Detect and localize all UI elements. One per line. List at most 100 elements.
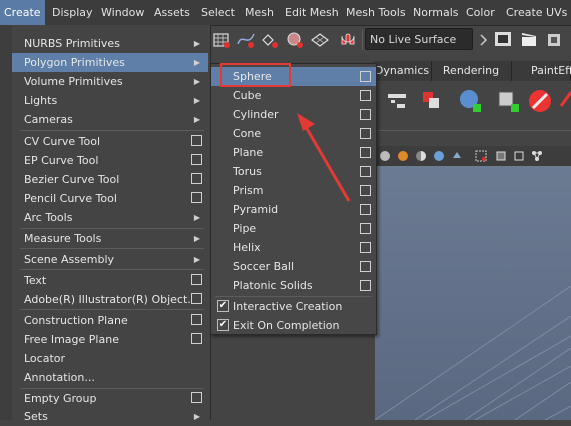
menu-assets[interactable]: Assets xyxy=(150,0,194,25)
option-box[interactable] xyxy=(191,192,202,203)
menu-item-free-image-plane[interactable]: Free Image Plane xyxy=(12,330,208,349)
tab-painteffects[interactable]: PaintEff xyxy=(511,61,571,81)
option-box[interactable] xyxy=(360,128,371,139)
lighting-icon[interactable] xyxy=(415,150,427,162)
collapse-arrow-icon[interactable] xyxy=(478,30,490,50)
render-settings-icon[interactable] xyxy=(546,30,564,48)
menu-edit-mesh[interactable]: Edit Mesh xyxy=(281,0,343,25)
submenu-item-platonic-solids[interactable]: Platonic Solids xyxy=(211,276,376,295)
xray-joints-icon[interactable] xyxy=(513,150,525,162)
option-box[interactable] xyxy=(191,154,202,165)
option-box[interactable] xyxy=(191,135,202,146)
submenu-item-cylinder[interactable]: Cylinder xyxy=(211,105,376,124)
menu-normals[interactable]: Normals xyxy=(409,0,463,25)
textures-icon[interactable] xyxy=(451,150,463,162)
smooth-shade-icon[interactable] xyxy=(397,150,409,162)
menu-display[interactable]: Display xyxy=(48,0,97,25)
snap-view-icon[interactable] xyxy=(285,30,305,50)
option-box[interactable] xyxy=(360,147,371,158)
option-box[interactable] xyxy=(360,261,371,272)
menu-item-pencil-curve-tool[interactable]: Pencil Curve Tool xyxy=(12,189,208,208)
hypershade-icon[interactable] xyxy=(385,90,409,114)
option-box[interactable] xyxy=(360,166,371,177)
submenu-item-cube[interactable]: Cube xyxy=(211,86,376,105)
menu-item-cameras[interactable]: Cameras ▶ xyxy=(12,110,208,129)
option-box[interactable] xyxy=(360,242,371,253)
snap-surface-icon[interactable] xyxy=(310,30,330,50)
menu-create-uvs[interactable]: Create UVs xyxy=(502,0,571,25)
submenu-item-plane[interactable]: Plane xyxy=(211,143,376,162)
uv-cube-icon[interactable] xyxy=(493,86,523,116)
menu-item-arc-tools[interactable]: Arc Tools ▶ xyxy=(12,208,208,227)
submenu-item-pyramid[interactable]: Pyramid xyxy=(211,200,376,219)
submenu-item-soccer-ball[interactable]: Soccer Ball xyxy=(211,257,376,276)
menu-item-ep-curve-tool[interactable]: EP Curve Tool xyxy=(12,151,208,170)
tab-rendering[interactable]: Rendering xyxy=(431,61,512,81)
xray-components-icon[interactable] xyxy=(531,150,543,162)
snap-point-icon[interactable] xyxy=(260,30,280,50)
menu-item-polygon-primitives[interactable]: Polygon Primitives ▶ xyxy=(12,53,208,72)
menu-item-illustrator-object[interactable]: Adobe(R) Illustrator(R) Object... xyxy=(12,290,208,309)
menu-item-volume-primitives[interactable]: Volume Primitives ▶ xyxy=(12,72,208,91)
option-box[interactable] xyxy=(360,90,371,101)
menu-item-locator[interactable]: Locator xyxy=(12,349,208,368)
render-frame-icon[interactable] xyxy=(494,30,512,48)
menu-item-measure-tools[interactable]: Measure Tools ▶ xyxy=(12,229,208,248)
isolate-select-icon[interactable] xyxy=(475,150,487,162)
option-box[interactable] xyxy=(191,314,202,325)
paint-brush-icon[interactable] xyxy=(525,86,555,116)
toolbar-divider xyxy=(362,30,363,50)
menu-item-cv-curve-tool[interactable]: CV Curve Tool xyxy=(12,132,208,151)
snap-grid-icon[interactable] xyxy=(212,30,232,50)
submenu-item-cone[interactable]: Cone xyxy=(211,124,376,143)
submenu-item-pipe[interactable]: Pipe xyxy=(211,219,376,238)
option-box[interactable] xyxy=(191,392,202,403)
submenu-item-torus[interactable]: Torus xyxy=(211,162,376,181)
snap-curve-icon[interactable] xyxy=(236,30,256,50)
menu-item-annotation[interactable]: Annotation... xyxy=(12,368,208,387)
menu-item-bezier-curve-tool[interactable]: Bezier Curve Tool xyxy=(12,170,208,189)
option-box[interactable] xyxy=(360,223,371,234)
tab-dynamics[interactable]: Dynamics xyxy=(373,61,432,81)
live-surface-field[interactable]: No Live Surface xyxy=(365,28,473,50)
magnet-icon[interactable] xyxy=(338,30,358,50)
menu-color[interactable]: Color xyxy=(462,0,499,25)
wireframe-shaded-icon[interactable] xyxy=(379,150,391,162)
option-box[interactable] xyxy=(360,71,371,82)
create-light-icon[interactable] xyxy=(417,86,447,116)
menu-window[interactable]: Window xyxy=(97,0,148,25)
submenu-arrow-icon: ▶ xyxy=(193,77,200,86)
option-box[interactable] xyxy=(191,173,202,184)
menu-item-construction-plane[interactable]: Construction Plane xyxy=(12,311,208,330)
menu-mesh[interactable]: Mesh xyxy=(241,0,278,25)
option-box[interactable] xyxy=(191,333,202,344)
menu-item-scene-assembly[interactable]: Scene Assembly ▶ xyxy=(12,250,208,269)
option-box[interactable] xyxy=(360,185,371,196)
material-sphere-icon[interactable] xyxy=(455,86,485,116)
option-box[interactable] xyxy=(191,293,202,304)
toggle-exit-on-completion[interactable]: ✔ Exit On Completion xyxy=(211,316,376,335)
menu-create[interactable]: Create xyxy=(0,0,45,25)
submenu-item-prism[interactable]: Prism xyxy=(211,181,376,200)
option-box[interactable] xyxy=(191,274,202,285)
menu-item-sets[interactable]: Sets ▶ xyxy=(12,407,208,426)
menu-separator xyxy=(20,269,204,270)
menu-item-empty-group[interactable]: Empty Group xyxy=(12,389,208,408)
menu-item-text[interactable]: Text xyxy=(12,271,208,290)
menu-item-nurbs-primitives[interactable]: NURBS Primitives ▶ xyxy=(12,34,208,53)
toggle-interactive-creation[interactable]: ✔ Interactive Creation xyxy=(211,297,376,316)
submenu-item-helix[interactable]: Helix xyxy=(211,238,376,257)
highlight-box-annotation xyxy=(220,63,291,87)
option-box[interactable] xyxy=(360,280,371,291)
paint-effects-icon[interactable] xyxy=(559,86,571,116)
xray-icon[interactable] xyxy=(495,150,507,162)
menu-mesh-tools[interactable]: Mesh Tools xyxy=(342,0,410,25)
clapper-icon[interactable] xyxy=(520,30,538,48)
submenu-arrow-icon: ▶ xyxy=(193,115,200,124)
shadows-icon[interactable] xyxy=(433,150,445,162)
option-box[interactable] xyxy=(360,204,371,215)
menu-item-lights[interactable]: Lights ▶ xyxy=(12,91,208,110)
menu-select[interactable]: Select xyxy=(197,0,239,25)
option-box[interactable] xyxy=(360,109,371,120)
perspective-viewport[interactable] xyxy=(375,166,571,420)
